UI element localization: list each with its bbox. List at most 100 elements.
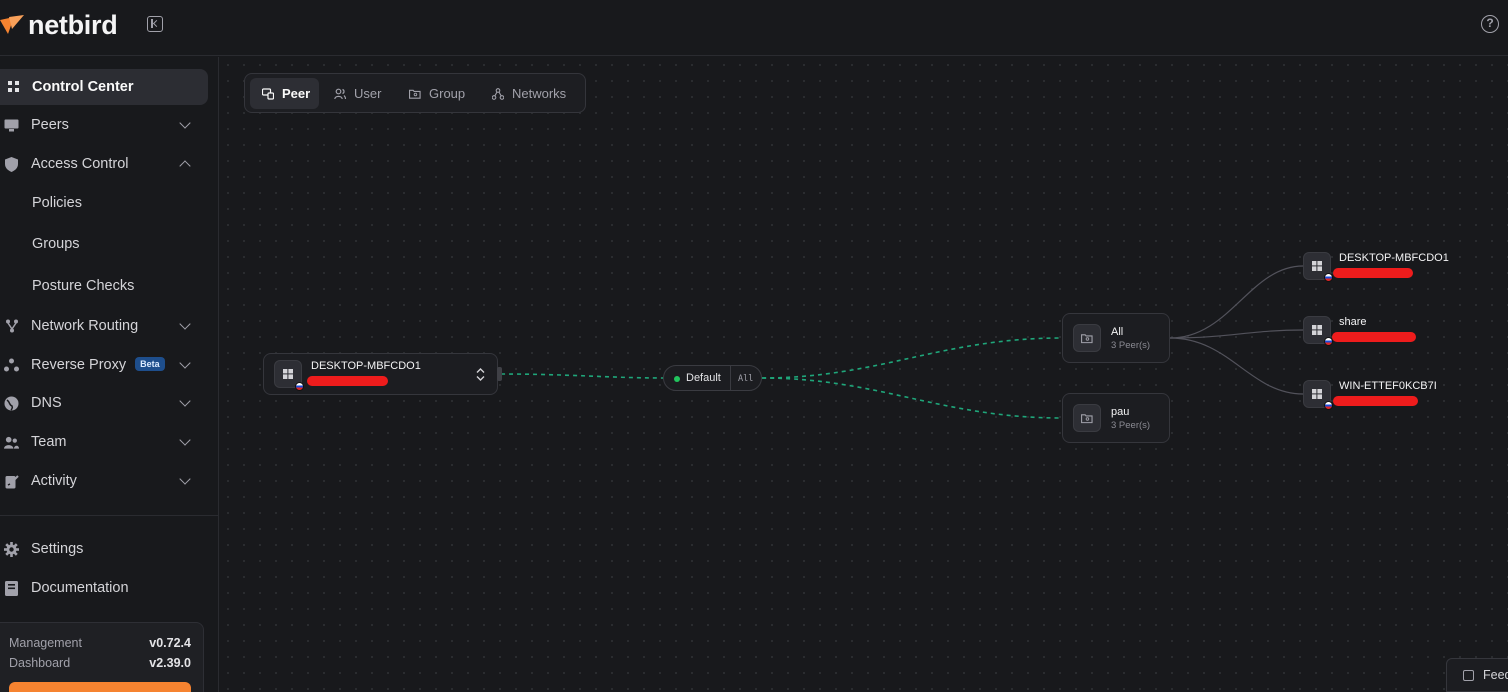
network-icon [4,319,19,334]
version-label: Management [9,636,82,650]
sidebar-subitem-label: Policies [32,195,82,211]
sidebar-item-groups[interactable]: Groups [0,226,208,262]
edge-group-peer-3 [1169,337,1304,395]
globe-icon [4,396,19,411]
sidebar-item-activity[interactable]: Activity [0,463,208,499]
country-flag-icon [295,382,304,391]
peer-name: DESKTOP-MBFCDO1 [311,360,421,372]
sidebar-item-label: Control Center [32,79,134,95]
sidebar-item-label: Access Control [31,156,129,172]
sidebar: Control Center Peers Access Control Poli… [0,57,219,692]
monitor-icon [4,118,19,133]
view-tabs: Peer User Group Networks [244,73,586,113]
feedback-label: Feed [1483,668,1508,682]
version-label: Dashboard [9,656,71,670]
graph-canvas[interactable]: Peer User Group Networks DESKTOP-MBFCDO1… [220,57,1508,692]
peer-node[interactable]: DESKTOP-MBFCDO1 [1303,252,1503,282]
upgrade-button[interactable] [9,682,191,692]
beta-badge: Beta [135,357,165,371]
group-node-pau[interactable]: pau 3 Peer(s) [1062,393,1170,443]
group-node-all[interactable]: All 3 Peer(s) [1062,313,1170,363]
redaction-mark [1333,396,1418,406]
edge-group-peer-2 [1169,329,1304,339]
peer-node[interactable]: share [1303,316,1503,346]
management-version: Management v0.72.4 [9,636,191,650]
edge-handle[interactable] [497,367,502,381]
sidebar-item-posture-checks[interactable]: Posture Checks [0,268,208,304]
peer-node[interactable]: WIN-ETTEF0KCB7I [1303,380,1503,410]
version-value: v0.72.4 [149,636,191,650]
bird-icon [0,15,24,34]
sidebar-item-access-control[interactable]: Access Control [0,146,208,182]
sidebar-item-peers[interactable]: Peers [0,107,208,143]
redaction-mark [1333,268,1413,278]
group-peer-count: 3 Peer(s) [1111,340,1151,351]
policy-divider [730,366,731,390]
folder-icon [409,88,421,100]
edge-source-policy [500,373,664,379]
tab-peer[interactable]: Peer [250,78,319,109]
sidebar-item-label: Reverse Proxy [31,357,127,373]
tab-label: Peer [282,86,311,101]
peer-name: DESKTOP-MBFCDO1 [1339,252,1449,264]
sidebar-item-settings[interactable]: Settings [0,531,208,567]
edge-policy-group-all [761,337,1063,379]
edge-group-peer-1 [1169,265,1304,339]
user-icon [334,88,346,100]
chevron-down-icon [179,318,191,330]
chevron-down-icon [179,473,191,485]
chevron-down-icon [179,357,191,369]
shield-icon [4,156,19,172]
sidebar-item-label: Team [31,434,67,450]
sidebar-item-label: Network Routing [31,318,139,334]
sidebar-subitem-label: Posture Checks [32,278,135,294]
proxy-icon [4,358,19,373]
tab-label: Group [429,86,466,101]
book-icon [4,580,19,596]
sidebar-item-reverse-proxy[interactable]: Reverse Proxy Beta [0,347,208,383]
source-peer-select[interactable]: DESKTOP-MBFCDO1 [263,353,498,395]
chevron-up-icon [179,160,191,172]
country-flag-icon [1324,273,1333,282]
sidebar-item-policies[interactable]: Policies [0,185,208,221]
peer-icon [262,87,274,100]
top-header: netbird ? [0,0,1508,56]
sidebar-item-label: Activity [31,473,77,489]
tab-label: Networks [512,86,567,101]
chevron-down-icon [179,117,191,129]
status-dot [674,376,680,382]
netbird-logo[interactable]: netbird [0,9,118,40]
redaction-mark [307,376,388,386]
gear-icon [4,541,19,557]
tab-group[interactable]: Group [409,78,479,109]
tab-networks[interactable]: Networks [492,78,582,109]
chevrons-up-down-icon [476,368,485,381]
tab-label: User [354,86,382,101]
chevron-down-icon [179,395,191,407]
policy-node[interactable]: Default All [663,365,762,391]
peer-name: share [1339,316,1367,328]
sidebar-item-team[interactable]: Team [0,424,208,460]
feedback-icon [1463,670,1474,681]
sidebar-item-network-routing[interactable]: Network Routing [0,308,208,344]
dashboard-version: Dashboard v2.39.0 [9,656,191,670]
team-icon [4,435,19,450]
group-name: pau [1111,406,1130,418]
tab-user[interactable]: User [334,78,394,109]
grid-icon [6,80,21,95]
activity-icon [4,474,19,489]
sidebar-item-label: Peers [31,117,69,133]
chevron-down-icon [179,434,191,446]
feedback-button[interactable]: Feed [1446,658,1508,692]
app-name: netbird [28,9,118,40]
country-flag-icon [1324,401,1333,410]
sidebar-collapse-icon[interactable] [147,16,163,32]
edge-policy-group-pau [761,377,1063,419]
sidebar-item-dns[interactable]: DNS [0,385,208,421]
sidebar-item-label: DNS [31,395,62,411]
sidebar-item-documentation[interactable]: Documentation [0,570,208,606]
sidebar-item-control-center[interactable]: Control Center [0,69,208,105]
policy-name: Default [686,372,721,384]
help-icon[interactable]: ? [1481,15,1499,33]
group-name: All [1111,326,1124,338]
